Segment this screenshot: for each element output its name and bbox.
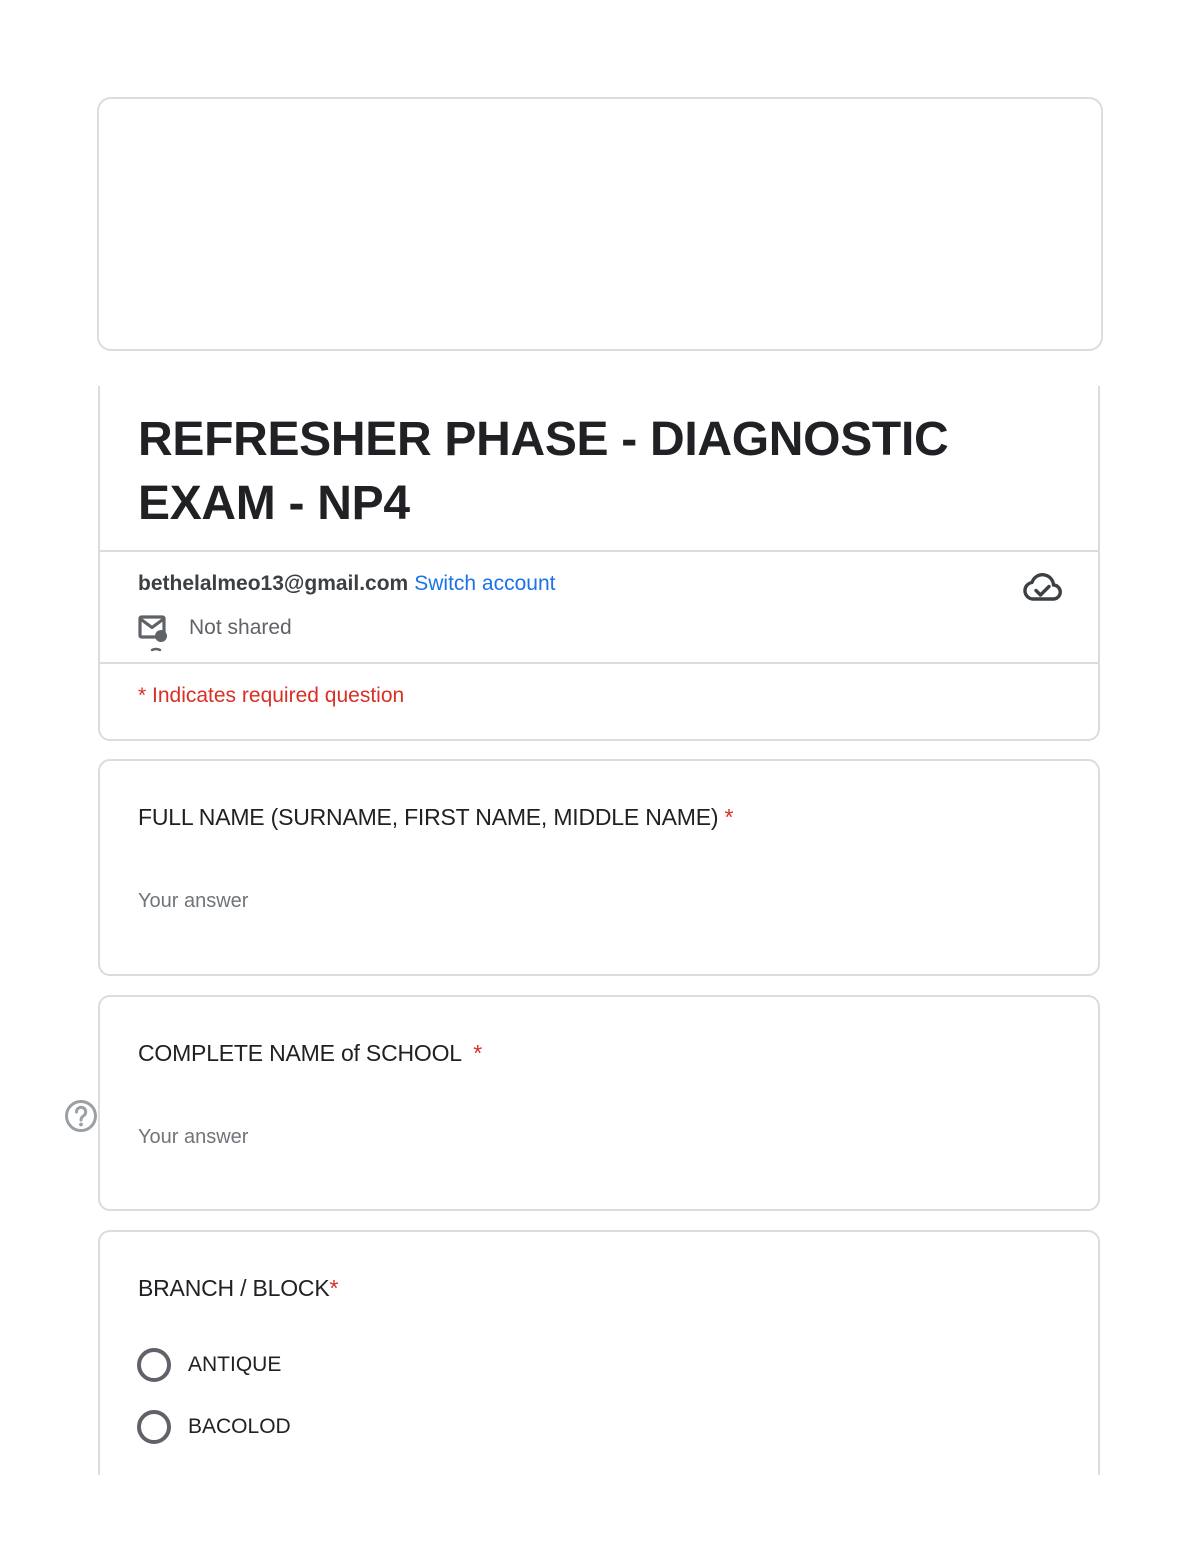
shared-status-text: Not shared <box>189 616 292 639</box>
radio-label: ANTIQUE <box>188 1353 282 1376</box>
cloud-saved-icon[interactable] <box>1022 572 1062 602</box>
question-card-full-name: FULL NAME (SURNAME, FIRST NAME, MIDDLE N… <box>98 759 1100 976</box>
radio-circle-icon[interactable] <box>137 1410 171 1444</box>
radio-label: BACOLOD <box>188 1415 291 1438</box>
school-name-input[interactable] <box>138 1123 618 1151</box>
question-title: FULL NAME (SURNAME, FIRST NAME, MIDDLE N… <box>138 801 733 833</box>
form-title: REFRESHER PHASE - DIAGNOSTIC EXAM - NP4 <box>138 413 949 530</box>
form-banner <box>97 97 1103 351</box>
account-email: bethelalmeo13@gmail.com <box>138 572 409 595</box>
email-not-shared-icon <box>138 615 167 652</box>
required-note: * Indicates required question <box>138 684 405 707</box>
header-divider-2 <box>100 662 1098 664</box>
question-title-text: BRANCH / BLOCK <box>138 1275 330 1301</box>
question-title-text: FULL NAME (SURNAME, FIRST NAME, MIDDLE N… <box>138 804 719 830</box>
header-divider <box>100 550 1098 552</box>
question-title: COMPLETE NAME of SCHOOL * <box>138 1037 482 1069</box>
question-card-school: COMPLETE NAME of SCHOOL * <box>98 995 1100 1211</box>
question-title: BRANCH / BLOCK* <box>138 1272 338 1304</box>
required-asterisk: * <box>473 1040 482 1066</box>
form-header-card: REFRESHER PHASE - DIAGNOSTIC EXAM - NP4 … <box>98 386 1100 741</box>
question-card-branch: BRANCH / BLOCK* ANTIQUE BACOLOD <box>98 1230 1100 1475</box>
required-asterisk: * <box>724 804 734 830</box>
required-asterisk: * <box>329 1275 339 1301</box>
account-row: bethelalmeo13@gmail.com Switch account <box>138 570 555 598</box>
question-title-text: COMPLETE NAME of SCHOOL <box>138 1040 462 1066</box>
help-icon[interactable] <box>64 1099 98 1133</box>
radio-circle-icon[interactable] <box>137 1348 171 1382</box>
switch-account-link[interactable]: Switch account <box>414 572 555 595</box>
full-name-input[interactable] <box>138 887 618 915</box>
